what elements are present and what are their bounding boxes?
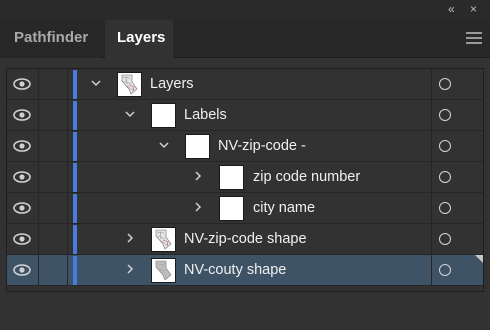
layer-row-nv-zip-code-shape[interactable]: NV-zip-code shape [7,224,483,255]
layer-color-bar [73,132,77,161]
panel-title-bar: « × [0,0,490,20]
column-divider [431,69,432,99]
map-thumbnail [117,72,142,97]
layer-name: NV-zip-code - [218,138,306,154]
eye-icon[interactable] [13,263,31,277]
layer-color-bar [73,194,77,223]
chevron-down-icon[interactable] [91,78,101,88]
column-divider [38,193,39,223]
blank-thumbnail [185,134,210,159]
collapse-panel-button[interactable]: « [448,2,455,16]
column-divider [431,131,432,161]
column-divider [431,224,432,254]
layer-row-layers[interactable]: Layers [7,69,483,100]
layer-row-nv-couty-shape[interactable]: NV-couty shape [7,255,483,286]
close-panel-button[interactable]: × [470,2,477,16]
target-circle-icon[interactable] [439,140,451,152]
column-divider [67,193,68,223]
gray-map-thumbnail [151,258,176,283]
column-divider [67,224,68,254]
column-divider [67,162,68,192]
chevron-down-icon[interactable] [125,109,135,119]
column-divider [67,100,68,130]
chevron-right-icon[interactable] [125,264,135,274]
eye-icon[interactable] [13,170,31,184]
layer-name: city name [253,200,316,216]
layer-row-nv-zip-code[interactable]: NV-zip-code - [7,131,483,162]
column-divider [431,255,432,285]
selection-corner-marker [475,255,483,263]
layer-color-bar [73,101,77,130]
column-divider [38,131,39,161]
column-divider [67,255,68,285]
column-divider [38,224,39,254]
target-circle-icon[interactable] [439,109,451,121]
target-circle-icon[interactable] [439,264,451,276]
target-circle-icon[interactable] [439,78,451,90]
target-circle-icon[interactable] [439,171,451,183]
layer-name: Labels [184,107,227,123]
layer-row-city-name[interactable]: city name [7,193,483,224]
column-divider [431,193,432,223]
layer-row-labels[interactable]: Labels [7,100,483,131]
column-divider [431,162,432,192]
layer-name: Layers [150,76,194,92]
tab-bar: Pathfinder Layers [0,20,490,58]
target-circle-icon[interactable] [439,202,451,214]
eye-icon[interactable] [13,232,31,246]
chevron-right-icon[interactable] [193,202,203,212]
column-divider [67,131,68,161]
column-divider [38,69,39,99]
layer-name: NV-couty shape [184,262,287,278]
column-divider [67,69,68,99]
blank-thumbnail [219,165,244,190]
chevron-right-icon[interactable] [125,233,135,243]
blank-thumbnail [151,103,176,128]
target-circle-icon[interactable] [439,233,451,245]
column-divider [431,100,432,130]
layer-color-bar [73,225,77,254]
tab-pathfinder[interactable]: Pathfinder [2,20,101,58]
eye-icon[interactable] [13,201,31,215]
layers-list: Layers Labels NV-zip-code - zip code num… [6,68,484,292]
layer-name: zip code number [253,169,361,185]
blank-thumbnail [219,196,244,221]
chevron-right-icon[interactable] [193,171,203,181]
eye-icon[interactable] [13,139,31,153]
tab-layers[interactable]: Layers [105,20,173,58]
column-divider [38,255,39,285]
layer-name: NV-zip-code shape [184,231,307,247]
chevron-down-icon[interactable] [159,140,169,150]
map-thumbnail [151,227,176,252]
layer-row-zip-code-number[interactable]: zip code number [7,162,483,193]
eye-icon[interactable] [13,77,31,91]
panel-menu-icon[interactable] [466,32,482,46]
column-divider [38,100,39,130]
layer-color-bar [73,163,77,192]
eye-icon[interactable] [13,108,31,122]
column-divider [38,162,39,192]
layer-color-bar [73,70,77,99]
layer-color-bar [73,256,77,285]
